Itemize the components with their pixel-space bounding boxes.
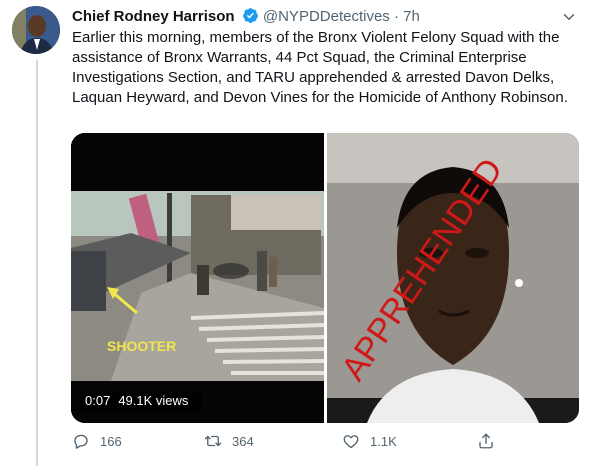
retweet-button[interactable]: 364	[204, 429, 254, 453]
tweet-media[interactable]: SHOOTER 0:07 49.1K views APPREHENDED	[71, 133, 579, 423]
video-overlay-label: SHOOTER	[107, 338, 176, 354]
author-handle[interactable]: @NYPDDetectives	[263, 8, 390, 25]
avatar[interactable]	[12, 6, 60, 54]
tweet-actions: 166 364 1.1K	[72, 429, 512, 453]
thread-line	[36, 60, 38, 466]
chevron-down-icon[interactable]	[560, 8, 578, 26]
video-badge: 0:07 49.1K views	[79, 391, 203, 411]
video-frame: SHOOTER	[71, 133, 324, 423]
like-count: 1.1K	[370, 433, 397, 449]
suspect-photo[interactable]: APPREHENDED	[327, 133, 579, 423]
like-button[interactable]: 1.1K	[342, 429, 397, 453]
retweet-icon	[204, 435, 222, 447]
like-icon	[343, 435, 359, 449]
share-button[interactable]	[477, 429, 505, 453]
author-name[interactable]: Chief Rodney Harrison	[72, 8, 235, 25]
reply-button[interactable]: 166	[72, 429, 122, 453]
tweet-header: Chief Rodney Harrison @NYPDDetectives · …	[72, 7, 420, 27]
tweet-timestamp[interactable]: 7h	[403, 8, 420, 25]
video-duration: 0:07	[85, 393, 111, 408]
reply-count: 166	[100, 433, 122, 449]
header-separator: ·	[393, 8, 399, 25]
suspect-photo-image: APPREHENDED	[327, 133, 579, 423]
reply-icon	[74, 434, 88, 449]
avatar-image	[12, 6, 60, 54]
tweet-text: Earlier this morning, members of the Bro…	[72, 29, 568, 106]
retweet-count: 364	[232, 433, 254, 449]
share-icon	[479, 433, 493, 449]
video-views: 49.1K views	[118, 393, 189, 408]
video-player[interactable]: SHOOTER 0:07 49.1K views	[71, 133, 324, 423]
verified-badge-icon	[242, 8, 258, 23]
